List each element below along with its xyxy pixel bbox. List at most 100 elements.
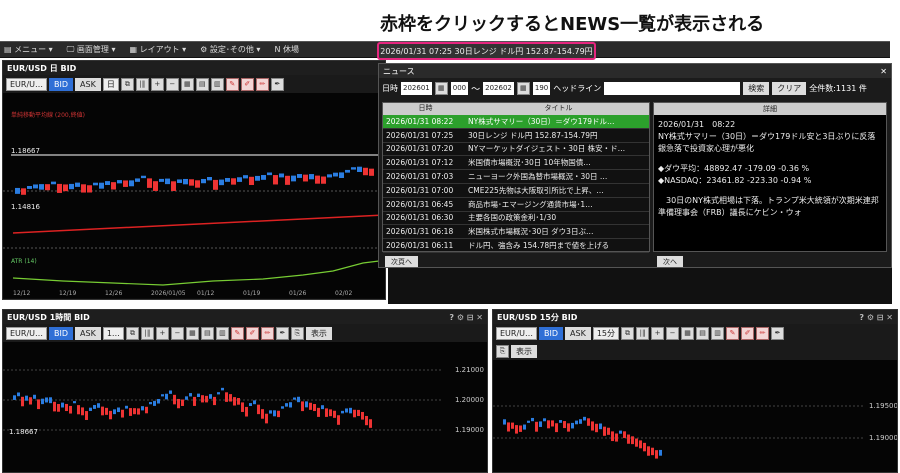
candle (317, 407, 320, 417)
news-row[interactable]: 2026/01/31 08:22 NY株式サマリー（30日）＝ダウ179ドル… (383, 115, 649, 129)
bid-button[interactable]: BID (49, 77, 74, 91)
news-row[interactable]: 2026/01/31 07:20 NYマーケットダイジェスト・30日 株安・ド… (383, 143, 649, 157)
news-row-title: 米国株式市場概況･30日 ダウ3日ぶ… (468, 227, 594, 237)
close-icon[interactable]: ✕ (880, 67, 887, 76)
draw3-icon[interactable]: ✏ (255, 77, 269, 91)
display-button[interactable]: 表示 (305, 326, 332, 340)
news-row[interactable]: 2026/01/31 07:25 30日レンジ ドル円 152.87-154.79… (383, 129, 649, 143)
link-icon[interactable]: ⧉ (120, 77, 134, 91)
calendar-icon[interactable]: ▦ (434, 81, 448, 95)
date-tick: 02/02 (335, 290, 352, 297)
ask-button[interactable]: ASK (75, 326, 101, 340)
copy-icon[interactable]: ⎘ (496, 344, 509, 358)
bid-button[interactable]: BID (49, 326, 74, 340)
candle (57, 403, 60, 412)
news-row[interactable]: 2026/01/31 06:11 ドル円、強含み 154.78円まで値を上げる (383, 239, 649, 253)
draw-icon[interactable]: ✎ (230, 326, 244, 340)
grid3-icon[interactable]: ▥ (215, 326, 229, 340)
time-to-input[interactable]: 190 (532, 81, 551, 95)
candle (15, 187, 20, 194)
candle (165, 178, 170, 185)
pen-icon[interactable]: ✒ (270, 77, 284, 91)
panel-controls[interactable]: ? ⚙ ⊟ ✕ (859, 313, 893, 322)
grid3-icon[interactable]: ▥ (711, 326, 725, 340)
holiday-indicator[interactable]: N 休場 (274, 44, 299, 55)
copy-icon[interactable]: ⎘ (290, 326, 304, 340)
zoom-out-icon[interactable]: − (170, 326, 184, 340)
search-button[interactable]: 検索 (743, 81, 770, 95)
news-row[interactable]: 2026/01/31 07:12 米国債市場概況･30日 10年物国債… (383, 156, 649, 171)
pen-icon[interactable]: ✒ (771, 326, 785, 340)
time-from-input[interactable]: 000 (450, 81, 469, 95)
candle (81, 184, 86, 193)
date-from-input[interactable]: 202601 (401, 81, 432, 95)
price-label-2: 1.14816 (11, 203, 40, 211)
settings-menu[interactable]: ⚙ 設定･その他 ▾ (200, 44, 260, 55)
news-row[interactable]: 2026/01/31 07:00 CME225先物は大阪取引所比で上昇、… (383, 184, 649, 198)
layout-menu[interactable]: ▦ レイアウト ▾ (130, 44, 187, 55)
candle (177, 179, 182, 183)
grid-icon[interactable]: ▦ (180, 77, 194, 91)
zoom-in-icon[interactable]: + (651, 326, 665, 340)
pen-icon[interactable]: ✒ (275, 326, 289, 340)
date-to-input[interactable]: 202602 (483, 81, 514, 95)
symbol-select[interactable]: EUR/U… (496, 326, 538, 340)
candle (255, 175, 260, 181)
next-button[interactable]: 次へ (657, 256, 683, 267)
link-icon[interactable]: ⧉ (125, 326, 139, 340)
symbol-select[interactable]: EUR/U… (6, 326, 48, 340)
news-table: 日時 タイトル 2026/01/31 08:22 NY株式サマリー（30日）＝ダウ1… (382, 102, 650, 253)
candle (25, 395, 28, 401)
draw-icon[interactable]: ✎ (726, 326, 740, 340)
calendar-icon[interactable]: ▦ (516, 81, 530, 95)
candle (237, 177, 242, 182)
grid2-icon[interactable]: ▤ (200, 326, 214, 340)
symbol-select[interactable]: EUR/U… (6, 77, 48, 91)
ask-button[interactable]: ASK (565, 326, 591, 340)
panel-controls[interactable]: ? ⚙ ⊟ ✕ (449, 313, 483, 322)
news-row[interactable]: 2026/01/31 07:03 ニューヨーク外国為替市場概況・30日 … (383, 170, 649, 184)
candle (511, 422, 514, 429)
grid2-icon[interactable]: ▤ (696, 326, 710, 340)
chart-type-icon[interactable]: |‖ (135, 77, 149, 91)
candle (221, 387, 224, 391)
grid-icon[interactable]: ▦ (681, 326, 695, 340)
draw2-icon[interactable]: ✐ (245, 326, 259, 340)
timeframe-select[interactable]: 日 (102, 77, 119, 91)
grid3-icon[interactable]: ▥ (210, 77, 224, 91)
chart-type-icon[interactable]: |‖ (140, 326, 154, 340)
zoom-out-icon[interactable]: − (666, 326, 680, 340)
timeframe-select[interactable]: 15分 (592, 326, 620, 340)
link-icon[interactable]: ⧉ (621, 326, 635, 340)
news-row[interactable]: 2026/01/31 06:30 主要各国の政策金利･1/30 (383, 212, 649, 226)
draw3-icon[interactable]: ✏ (756, 326, 770, 340)
chart-type-icon[interactable]: |‖ (636, 326, 650, 340)
grid2-icon[interactable]: ▤ (195, 77, 209, 91)
prev-page-button[interactable]: 次頁へ (385, 256, 418, 267)
detail-line: ◆NASDAQ：23461.82 -223.30 -0.94 % (658, 176, 812, 185)
candle (129, 180, 134, 187)
news-row[interactable]: 2026/01/31 06:18 米国株式市場概況･30日 ダウ3日ぶ… (383, 225, 649, 240)
candle (249, 176, 254, 185)
display-button[interactable]: 表示 (511, 344, 537, 358)
headline-input[interactable] (604, 81, 741, 95)
candle (51, 181, 56, 185)
draw2-icon[interactable]: ✐ (240, 77, 254, 91)
draw3-icon[interactable]: ✏ (260, 326, 274, 340)
menu-button[interactable]: ▤ メニュー ▾ (4, 44, 53, 55)
grid-icon[interactable]: ▦ (185, 326, 199, 340)
draw2-icon[interactable]: ✐ (741, 326, 755, 340)
ask-button[interactable]: ASK (75, 77, 101, 91)
zoom-out-icon[interactable]: − (165, 77, 179, 91)
draw-icon[interactable]: ✎ (225, 77, 239, 91)
clear-button[interactable]: クリア (772, 81, 807, 95)
news-ticker-button[interactable]: 2026/01/31 07:25 30日レンジ ドル円 152.87-154.7… (377, 42, 596, 60)
candle (21, 396, 24, 407)
bid-button[interactable]: BID (539, 326, 564, 340)
news-row-time: 2026/01/31 06:30 (386, 213, 454, 223)
news-row[interactable]: 2026/01/31 06:45 商品市場･エマージング通貨市場･1… (383, 198, 649, 212)
timeframe-select[interactable]: 1… (102, 326, 124, 340)
screen-management-menu[interactable]: 🖵 画面管理 ▾ (67, 44, 116, 55)
zoom-in-icon[interactable]: + (150, 77, 164, 91)
zoom-in-icon[interactable]: + (155, 326, 169, 340)
